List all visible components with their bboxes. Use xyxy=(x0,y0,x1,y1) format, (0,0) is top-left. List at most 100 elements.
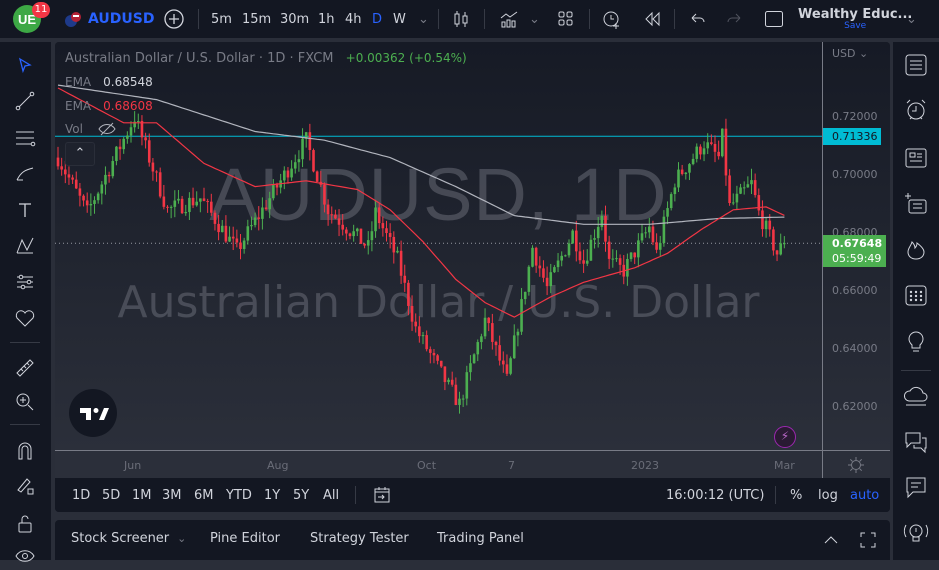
auto-scale-toggle[interactable]: auto xyxy=(850,488,879,503)
interval-d[interactable]: D xyxy=(372,0,382,38)
legend-volume[interactable]: Vol xyxy=(65,122,117,136)
collapse-legend-button[interactable]: ⌃ xyxy=(65,142,95,166)
candle-body xyxy=(615,258,618,260)
interval-w[interactable]: W xyxy=(393,0,406,38)
interval-5m[interactable]: 5m xyxy=(211,0,232,38)
candle-body xyxy=(523,291,527,300)
lightning-icon[interactable]: ⚡ xyxy=(774,426,796,448)
range-ytd[interactable]: YTD xyxy=(226,488,252,503)
currency-selector[interactable]: USD ⌄ xyxy=(832,47,868,60)
layout-button[interactable] xyxy=(557,0,575,38)
candle-body xyxy=(337,218,341,225)
fib-tool[interactable] xyxy=(10,124,40,152)
magnet-tool[interactable] xyxy=(10,437,40,465)
redo-button[interactable] xyxy=(726,0,744,38)
alarm-clock-icon xyxy=(906,99,926,120)
ideas-button[interactable] xyxy=(901,326,931,356)
candle-body xyxy=(604,215,607,242)
range-6m[interactable]: 6M xyxy=(194,488,214,503)
candle-body xyxy=(443,366,447,383)
zoom-tool[interactable] xyxy=(10,388,40,416)
help-button[interactable] xyxy=(901,518,931,548)
candle-body xyxy=(345,229,348,234)
messages-button[interactable] xyxy=(901,472,931,502)
range-1m[interactable]: 1M xyxy=(132,488,152,503)
interval-30m[interactable]: 30m xyxy=(280,0,309,38)
square-icon xyxy=(765,11,783,27)
news-button[interactable] xyxy=(901,143,931,173)
tab-pine-editor[interactable]: Pine Editor xyxy=(210,531,280,546)
candle-body xyxy=(352,231,355,237)
range-1d[interactable]: 1D xyxy=(72,488,90,503)
tradingview-logo[interactable] xyxy=(69,389,117,437)
watchlist-button[interactable] xyxy=(901,50,931,80)
layout-name-button[interactable]: Wealthy Educ... Save xyxy=(798,0,912,38)
streams-button[interactable] xyxy=(901,382,931,412)
calendar-button[interactable] xyxy=(901,280,931,310)
legend-ema-fast[interactable]: EMA 0.68608 xyxy=(65,99,153,113)
save-label[interactable]: Save xyxy=(844,22,866,31)
pattern-tool[interactable] xyxy=(10,232,40,260)
candle-body xyxy=(356,228,359,232)
interval-1h[interactable]: 1h xyxy=(318,0,335,38)
interval-15m[interactable]: 15m xyxy=(242,0,271,38)
fullscreen-toggle-button[interactable] xyxy=(764,0,784,38)
candle-body xyxy=(126,135,129,139)
range-3m[interactable]: 3M xyxy=(162,488,182,503)
hotlists-button[interactable] xyxy=(901,234,931,264)
icon-tool[interactable] xyxy=(10,304,40,332)
candles-icon xyxy=(454,11,468,27)
range-5d[interactable]: 5D xyxy=(102,488,120,503)
log-scale-toggle[interactable]: log xyxy=(818,488,838,503)
indicators-button[interactable]: ⌄ xyxy=(499,0,540,38)
lock-drawings-tool[interactable] xyxy=(10,472,40,500)
replay-button[interactable] xyxy=(643,0,661,38)
layout-dropdown[interactable]: ⌄ xyxy=(906,0,917,38)
measure-tool[interactable] xyxy=(10,354,40,382)
range-1y[interactable]: 1Y xyxy=(264,488,280,503)
alert-button[interactable] xyxy=(602,0,622,38)
goto-date-icon[interactable] xyxy=(373,486,391,504)
compare-add-button[interactable] xyxy=(164,0,184,38)
trend-line-tool[interactable] xyxy=(10,87,40,115)
candle-body xyxy=(315,171,319,182)
candle-body xyxy=(611,258,615,260)
percent-scale-toggle[interactable]: % xyxy=(790,488,802,503)
undo-button[interactable] xyxy=(688,0,706,38)
text-tool[interactable] xyxy=(10,196,40,224)
candle-body xyxy=(381,223,385,229)
range-5y[interactable]: 5Y xyxy=(293,488,309,503)
range-all[interactable]: All xyxy=(323,488,339,503)
chevron-up-icon[interactable] xyxy=(823,532,839,548)
interval-dropdown[interactable]: ⌄ xyxy=(418,0,429,38)
candle-body xyxy=(458,398,461,405)
settings-gear-icon[interactable] xyxy=(847,456,865,474)
chart-plot-area[interactable]: AUDUSD, 1D Australian Dollar / U.S. Doll… xyxy=(55,42,822,450)
candle-body xyxy=(396,250,399,253)
chats-button[interactable] xyxy=(901,427,931,457)
maximize-icon[interactable] xyxy=(860,532,876,548)
tab-trading-panel[interactable]: Trading Panel xyxy=(437,531,524,546)
time-axis[interactable]: Jun Aug Oct 7 2023 Mar xyxy=(55,450,890,479)
tab-stock-screener[interactable]: Stock Screener ⌄ xyxy=(71,531,186,546)
eye-hidden-icon[interactable] xyxy=(97,122,117,136)
cursor-tool[interactable] xyxy=(10,52,40,80)
prediction-tool[interactable] xyxy=(10,268,40,296)
brush-tool[interactable] xyxy=(10,160,40,188)
lock-all-tool[interactable] xyxy=(10,510,40,538)
price-axis[interactable]: USD ⌄ 0.72000 0.70000 0.68000 0.66000 0.… xyxy=(822,42,890,450)
alerts-button[interactable] xyxy=(901,95,931,125)
candle-body xyxy=(545,277,549,287)
tab-strategy-tester[interactable]: Strategy Tester xyxy=(310,531,409,546)
clock-time[interactable]: 16:00:12 (UTC) xyxy=(666,488,764,503)
hide-drawings-tool[interactable] xyxy=(10,542,40,570)
data-window-button[interactable] xyxy=(901,189,931,219)
rewind-icon xyxy=(645,11,660,27)
symbol-search-button[interactable]: AUDUSD xyxy=(64,0,154,38)
interval-4h[interactable]: 4h xyxy=(345,0,362,38)
candle-body xyxy=(421,335,425,337)
legend-ema-slow[interactable]: EMA 0.68548 xyxy=(65,75,153,89)
chart-type-button[interactable] xyxy=(452,0,470,38)
candle-body xyxy=(538,265,542,269)
candle-body xyxy=(666,208,669,217)
